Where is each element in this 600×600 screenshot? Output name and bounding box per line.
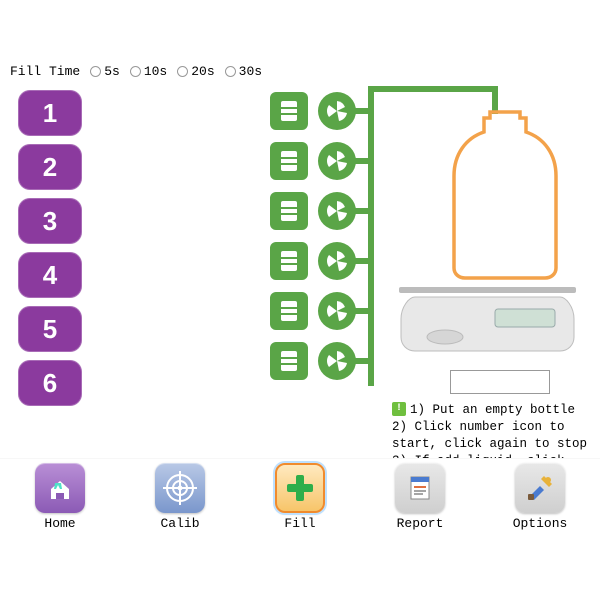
radio-icon [90, 66, 101, 77]
nav-calib-label: Calib [160, 516, 199, 531]
fan-icon [325, 199, 349, 223]
plus-icon [275, 463, 325, 513]
bottle-icon [450, 110, 560, 280]
pump-1-button[interactable] [318, 92, 356, 130]
channel-3-button[interactable]: 3 [18, 198, 82, 244]
tank-6-button[interactable] [270, 342, 308, 380]
nav-home-label: Home [44, 516, 75, 531]
tank-4-button[interactable] [270, 242, 308, 280]
info-icon: ! [392, 402, 406, 416]
bottom-nav: Home Calib Fill Report Options [0, 458, 600, 538]
fan-icon [325, 299, 349, 323]
radio-icon [177, 66, 188, 77]
tank-5-button[interactable] [270, 292, 308, 330]
target-icon [155, 463, 205, 513]
fill-time-row: Fill Time 5s 10s 20s 30s [10, 64, 262, 79]
nav-report-label: Report [397, 516, 444, 531]
tank-2-button[interactable] [270, 142, 308, 180]
pump-6-button[interactable] [318, 342, 356, 380]
barrel-icon [279, 199, 299, 223]
barrel-icon [279, 299, 299, 323]
tank-1-button[interactable] [270, 92, 308, 130]
channel-5-button[interactable]: 5 [18, 306, 82, 352]
radio-icon [130, 66, 141, 77]
number-column: 1 2 3 4 5 6 [18, 90, 82, 406]
pump-5-button[interactable] [318, 292, 356, 330]
barrel-icon [279, 99, 299, 123]
fan-icon [325, 249, 349, 273]
channel-2-button[interactable]: 2 [18, 144, 82, 190]
nav-report[interactable]: Report [375, 463, 465, 531]
scale-icon [395, 283, 580, 363]
report-icon [395, 463, 445, 513]
pump-3-button[interactable] [318, 192, 356, 230]
pump-2-button[interactable] [318, 142, 356, 180]
fill-time-10s[interactable]: 10s [130, 64, 167, 79]
fill-time-label: Fill Time [10, 64, 80, 79]
radio-icon [225, 66, 236, 77]
fill-time-5s[interactable]: 5s [90, 64, 120, 79]
barrel-icon [279, 149, 299, 173]
nav-fill-label: Fill [284, 516, 315, 531]
pump-4-button[interactable] [318, 242, 356, 280]
tools-icon [515, 463, 565, 513]
barrel-icon [279, 349, 299, 373]
fill-time-30s[interactable]: 30s [225, 64, 262, 79]
nav-calib[interactable]: Calib [135, 463, 225, 531]
nav-home[interactable]: Home [15, 463, 105, 531]
barrel-icon [279, 249, 299, 273]
weight-input[interactable] [450, 370, 550, 394]
fan-icon [325, 99, 349, 123]
fan-icon [325, 349, 349, 373]
nav-fill[interactable]: Fill [255, 463, 345, 531]
channel-1-button[interactable]: 1 [18, 90, 82, 136]
nav-options-label: Options [513, 516, 568, 531]
fill-time-20s[interactable]: 20s [177, 64, 214, 79]
tank-3-button[interactable] [270, 192, 308, 230]
fan-icon [325, 149, 349, 173]
main-screen: Fill Time 5s 10s 20s 30s 1 2 3 4 5 6 [0, 58, 600, 538]
nav-options[interactable]: Options [495, 463, 585, 531]
home-icon [35, 463, 85, 513]
channel-6-button[interactable]: 6 [18, 360, 82, 406]
channel-4-button[interactable]: 4 [18, 252, 82, 298]
